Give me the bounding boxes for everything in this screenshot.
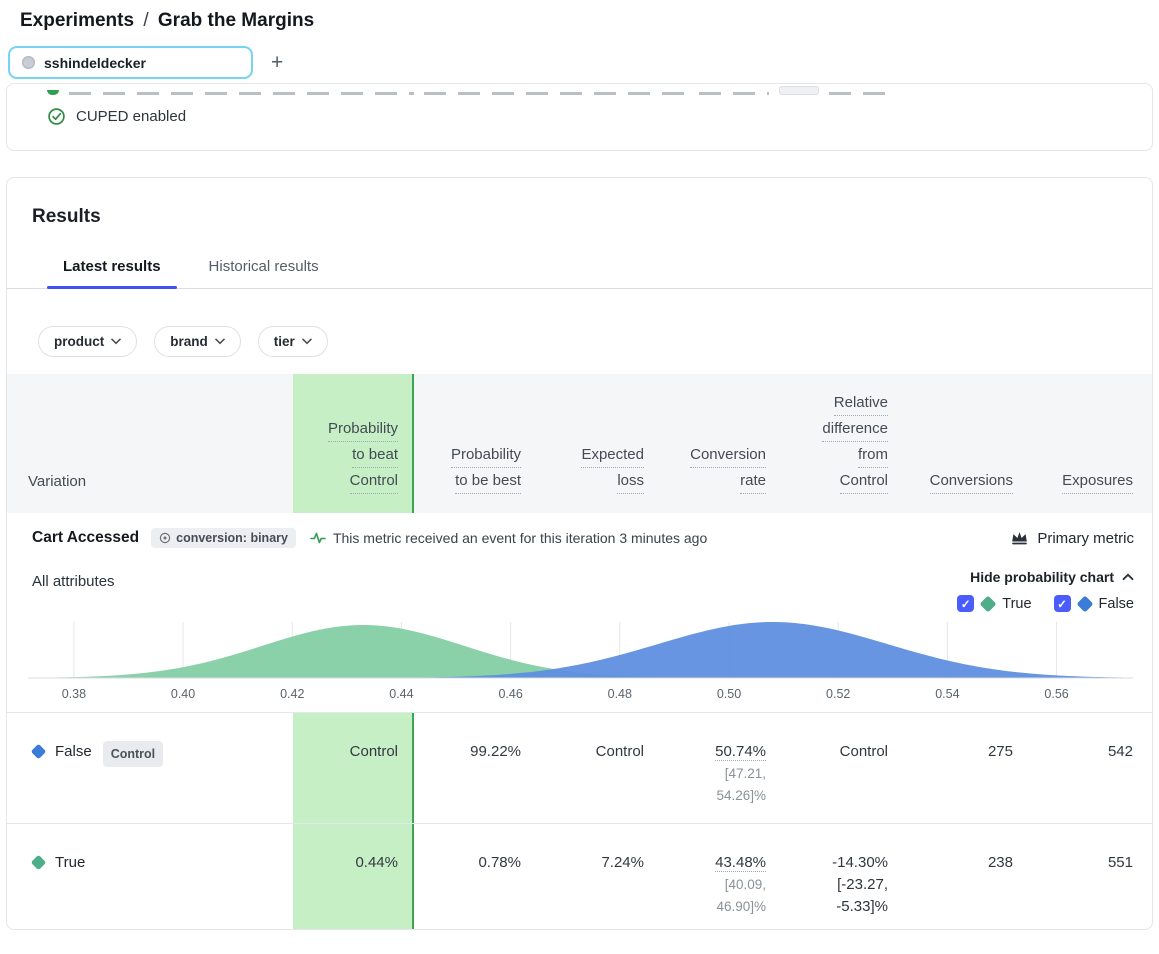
cell-conversion-rate: 43.48% [40.09, 46.90]% (644, 824, 766, 929)
breadcrumb-section[interactable]: Experiments (20, 10, 134, 31)
svg-text:0.38: 0.38 (62, 687, 86, 701)
page-title: Grab the Margins (158, 10, 314, 31)
breadcrumb-separator: / (139, 10, 152, 31)
status-circle-icon (22, 56, 35, 69)
svg-text:0.52: 0.52 (826, 687, 850, 701)
cell-relative-difference: -14.30% [-23.27, -5.33]% (766, 824, 888, 929)
target-circle-icon (159, 532, 171, 544)
results-card: Results Latest results Historical result… (6, 177, 1153, 930)
table-row-false: False Control Control 99.22% Control 50.… (7, 712, 1152, 823)
legend-item-false: ✓ False (1054, 595, 1134, 612)
variation-name: False (55, 741, 92, 763)
svg-text:0.46: 0.46 (498, 687, 522, 701)
tab-historical-results[interactable]: Historical results (193, 250, 335, 288)
tab-sshindeldecker[interactable]: sshindeldecker (8, 46, 253, 79)
metric-row: Cart Accessed conversion: binary This me… (7, 513, 1152, 561)
col-prob-beat-control[interactable]: Probability to beat Control (293, 374, 414, 513)
col-variation: Variation (28, 374, 293, 513)
filter-chip-brand[interactable]: brand (154, 326, 241, 357)
false-diamond-icon (31, 744, 47, 760)
results-tabs: Latest results Historical results (7, 250, 1152, 289)
cell-prob-best: 0.78% (414, 824, 521, 929)
metric-type-badge: conversion: binary (151, 528, 296, 548)
svg-text:0.42: 0.42 (280, 687, 304, 701)
metric-name: Cart Accessed (32, 529, 139, 547)
variation-name: True (55, 852, 85, 874)
cell-prob-best: 99.22% (414, 713, 521, 823)
tab-latest-results[interactable]: Latest results (47, 250, 177, 288)
col-prob-best[interactable]: Probability to be best (414, 374, 521, 513)
svg-text:0.54: 0.54 (935, 687, 959, 701)
cell-conversion-rate: 50.74% [47.21, 54.26]% (644, 713, 766, 823)
probability-chart-svg: 0.38 0.40 0.42 0.44 0.46 0.48 0.50 0.52 0.54 0.56 (28, 620, 1133, 712)
svg-text:0.44: 0.44 (389, 687, 413, 701)
cell-relative-difference: Control (766, 713, 888, 823)
cell-exposures: 542 (1013, 713, 1133, 823)
cuped-label: CUPED enabled (76, 108, 186, 125)
svg-text:0.48: 0.48 (608, 687, 632, 701)
experiment-summary-card: CUPED enabled (6, 83, 1153, 151)
all-attributes-label: All attributes (32, 569, 115, 590)
chevron-down-icon (215, 338, 225, 345)
pulse-activity-icon (310, 531, 326, 545)
cell-expected-loss: 7.24% (521, 824, 644, 929)
true-diamond-icon (31, 855, 47, 871)
legend-item-true: ✓ True (957, 595, 1031, 612)
table-row-true: True 0.44% 0.78% 7.24% 43.48% [40.09, 46… (7, 823, 1152, 929)
cuped-target-icon (47, 107, 66, 126)
chevron-down-icon (302, 338, 312, 345)
svg-text:0.50: 0.50 (717, 687, 741, 701)
cuped-status: CUPED enabled (7, 97, 1152, 126)
variant-tab-bar: sshindeldecker + (0, 32, 1159, 79)
col-expected-loss[interactable]: Expected loss (521, 374, 644, 513)
col-exposures[interactable]: Exposures (1013, 374, 1133, 513)
crown-icon (1010, 530, 1029, 546)
primary-metric-label: Primary metric (1010, 530, 1134, 547)
results-title: Results (7, 178, 1152, 250)
svg-text:0.56: 0.56 (1044, 687, 1068, 701)
chevron-down-icon (111, 338, 121, 345)
cell-conversions: 238 (888, 824, 1013, 929)
true-diamond-icon (980, 595, 997, 612)
svg-text:0.40: 0.40 (171, 687, 195, 701)
chart-legend: ✓ True ✓ False (957, 595, 1134, 612)
true-checkbox[interactable]: ✓ (957, 595, 974, 612)
add-tab-button[interactable]: + (271, 52, 283, 73)
cell-conversions: 275 (888, 713, 1013, 823)
attributes-row: All attributes Hide probability chart ✓ … (7, 561, 1152, 614)
col-conversions[interactable]: Conversions (888, 374, 1013, 513)
clipped-kbd-badge (779, 86, 819, 95)
chart-controls: Hide probability chart ✓ True ✓ False (957, 569, 1134, 612)
cell-expected-loss: Control (521, 713, 644, 823)
col-conversion-rate[interactable]: Conversion rate (644, 374, 766, 513)
filter-chip-product[interactable]: product (38, 326, 137, 357)
filter-chip-tier[interactable]: tier (258, 326, 328, 357)
cell-prob-beat-control: 0.44% (293, 824, 414, 929)
chevron-up-icon (1122, 573, 1134, 581)
clipped-check-icon (47, 90, 59, 95)
clipped-status-row (7, 84, 1152, 97)
probability-chart: 0.38 0.40 0.42 0.44 0.46 0.48 0.50 0.52 0.54 0.56 (7, 614, 1152, 712)
tab-label: sshindeldecker (44, 55, 146, 71)
false-checkbox[interactable]: ✓ (1054, 595, 1071, 612)
breadcrumb: Experiments / Grab the Margins (0, 0, 1159, 32)
cell-exposures: 551 (1013, 824, 1133, 929)
cell-prob-beat-control: Control (293, 713, 414, 823)
results-table-header: Variation Probability to beat Control Pr… (7, 374, 1152, 513)
metric-event-note: This metric received an event for this i… (310, 530, 707, 546)
col-relative-difference[interactable]: Relative difference from Control (766, 374, 888, 513)
false-diamond-icon (1076, 595, 1093, 612)
hide-probability-chart-toggle[interactable]: Hide probability chart (970, 569, 1134, 585)
attribute-filters: product brand tier (7, 289, 1152, 374)
control-badge: Control (103, 741, 163, 767)
